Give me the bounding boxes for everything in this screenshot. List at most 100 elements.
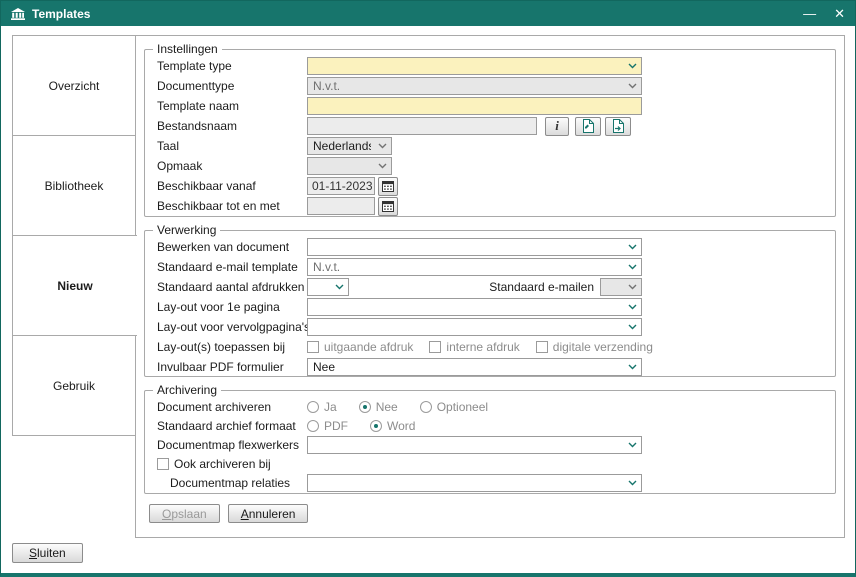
checkbox-icon xyxy=(307,341,319,353)
field-label: Taal xyxy=(157,139,307,153)
layout-1e-pagina-dropdown[interactable] xyxy=(307,298,642,316)
field-label: Standaard aantal afdrukken xyxy=(157,280,307,294)
radio-formaat-word[interactable]: Word xyxy=(370,419,415,433)
field-label: Standaard e-mail template xyxy=(157,260,307,274)
field-label: Documentmap relaties xyxy=(170,476,307,490)
calendar-icon xyxy=(382,200,394,212)
field-label: Beschikbaar vanaf xyxy=(157,179,307,193)
chevron-down-icon xyxy=(625,475,639,491)
chevron-down-icon xyxy=(375,138,389,154)
checkbox-ook-archiveren[interactable]: Ook archiveren bij xyxy=(157,457,271,471)
documenttype-dropdown[interactable]: N.v.t. xyxy=(307,77,642,95)
field-label: Template type xyxy=(157,59,307,73)
documentmap-relaties-dropdown[interactable] xyxy=(307,474,642,492)
chevron-down-icon xyxy=(625,279,639,295)
layout-vervolgpagina-dropdown[interactable] xyxy=(307,318,642,336)
group-archivering: Archivering Document archiveren Ja Nee O… xyxy=(144,383,836,494)
radio-archiveren-ja[interactable]: Ja xyxy=(307,400,337,414)
radio-icon xyxy=(420,401,432,413)
chevron-down-icon xyxy=(625,359,639,375)
field-label: Documentmap flexwerkers xyxy=(157,438,307,452)
templates-app-icon xyxy=(11,8,25,20)
field-row-ook-archiveren: Ook archiveren bij xyxy=(145,454,835,473)
tab-label: Nieuw xyxy=(57,279,92,293)
field-label: Standaard archief formaat xyxy=(157,419,307,433)
field-row-taal: Taal Nederlands xyxy=(145,136,835,156)
tab-content-panel: Instellingen Template type Documenttype … xyxy=(135,35,845,538)
chevron-down-icon xyxy=(625,319,639,335)
annuleren-button[interactable]: Annuleren xyxy=(228,504,309,523)
chevron-down-icon xyxy=(625,299,639,315)
tab-nieuw[interactable]: Nieuw xyxy=(12,235,137,336)
action-buttons: Opslaan Annuleren xyxy=(149,504,308,523)
edit-document-button[interactable] xyxy=(575,117,601,136)
group-legend: Archivering xyxy=(153,383,221,397)
field-row-layout-1e: Lay-out voor 1e pagina xyxy=(145,297,835,317)
opmaak-dropdown[interactable] xyxy=(307,157,392,175)
beschikbaar-tot-input[interactable] xyxy=(307,197,375,215)
tab-label: Gebruik xyxy=(53,379,95,393)
checkbox-uitgaande-afdruk[interactable]: uitgaande afdruk xyxy=(307,340,413,354)
field-label: Documenttype xyxy=(157,79,307,93)
checkbox-interne-afdruk[interactable]: interne afdruk xyxy=(429,340,519,354)
radio-formaat-pdf[interactable]: PDF xyxy=(307,419,348,433)
field-label: Invulbaar PDF formulier xyxy=(157,360,307,374)
info-button[interactable]: i xyxy=(545,117,569,136)
field-row-beschikbaar-vanaf: Beschikbaar vanaf 01-11-2023 xyxy=(145,176,835,196)
export-document-button[interactable] xyxy=(605,117,631,136)
tab-label: Overzicht xyxy=(49,79,100,93)
radio-archiveren-optioneel[interactable]: Optioneel xyxy=(420,400,488,414)
field-label: Lay-out voor 1e pagina xyxy=(157,300,307,314)
minimize-icon[interactable]: — xyxy=(803,7,816,20)
radio-archiveren-nee[interactable]: Nee xyxy=(359,400,398,414)
field-row-bewerken: Bewerken van document xyxy=(145,237,835,257)
chevron-down-icon xyxy=(375,158,389,174)
template-naam-input[interactable] xyxy=(307,97,642,115)
field-row-beschikbaar-tot: Beschikbaar tot en met xyxy=(145,196,835,216)
field-label: Opmaak xyxy=(157,159,307,173)
field-row-layout-vervolg: Lay-out voor vervolgpagina's xyxy=(145,317,835,337)
calendar-vanaf-button[interactable] xyxy=(378,177,398,196)
field-row-opmaak: Opmaak xyxy=(145,156,835,176)
group-legend: Instellingen xyxy=(153,42,222,56)
calendar-tot-button[interactable] xyxy=(378,197,398,216)
field-label: Bewerken van document xyxy=(157,240,307,254)
checkbox-icon xyxy=(429,341,441,353)
beschikbaar-vanaf-input[interactable]: 01-11-2023 xyxy=(307,177,375,195)
titlebar: Templates — ✕ xyxy=(1,1,855,26)
email-template-dropdown[interactable]: N.v.t. xyxy=(307,258,642,276)
field-label: Lay-out(s) toepassen bij xyxy=(157,340,307,354)
document-edit-icon xyxy=(582,119,594,133)
field-label: Lay-out voor vervolgpagina's xyxy=(157,320,307,334)
invulbaar-pdf-dropdown[interactable]: Nee xyxy=(307,358,642,376)
opslaan-button[interactable]: Opslaan xyxy=(149,504,220,523)
bewerken-document-dropdown[interactable] xyxy=(307,238,642,256)
field-row-template-naam: Template naam xyxy=(145,96,835,116)
document-export-icon xyxy=(612,119,624,133)
bestandsnaam-input[interactable] xyxy=(307,117,537,135)
emailen-dropdown[interactable] xyxy=(600,278,642,296)
field-row-documenttype: Documenttype N.v.t. xyxy=(145,76,835,96)
chevron-down-icon xyxy=(625,437,639,453)
sluiten-button[interactable]: Sluiten xyxy=(12,543,83,563)
field-row-afdrukken-emailen: Standaard aantal afdrukken Standaard e-m… xyxy=(145,277,835,297)
window-title: Templates xyxy=(32,7,90,21)
field-row-map-flexwerkers: Documentmap flexwerkers xyxy=(145,435,835,454)
tab-overzicht[interactable]: Overzicht xyxy=(12,35,136,136)
taal-dropdown[interactable]: Nederlands xyxy=(307,137,392,155)
field-label: Bestandsnaam xyxy=(157,119,307,133)
radio-icon xyxy=(359,401,371,413)
documentmap-flexwerkers-dropdown[interactable] xyxy=(307,436,642,454)
checkbox-digitale-verzending[interactable]: digitale verzending xyxy=(536,340,653,354)
tab-gebruik[interactable]: Gebruik xyxy=(12,335,136,436)
calendar-icon xyxy=(382,180,394,192)
checkbox-icon xyxy=(536,341,548,353)
radio-icon xyxy=(370,420,382,432)
aantal-afdrukken-dropdown[interactable] xyxy=(307,278,349,296)
emailen-label: Standaard e-mailen xyxy=(489,280,594,294)
chevron-down-icon xyxy=(625,58,639,74)
field-row-template-type: Template type xyxy=(145,56,835,76)
tab-bibliotheek[interactable]: Bibliotheek xyxy=(12,135,136,236)
close-icon[interactable]: ✕ xyxy=(834,7,845,20)
template-type-dropdown[interactable] xyxy=(307,57,642,75)
